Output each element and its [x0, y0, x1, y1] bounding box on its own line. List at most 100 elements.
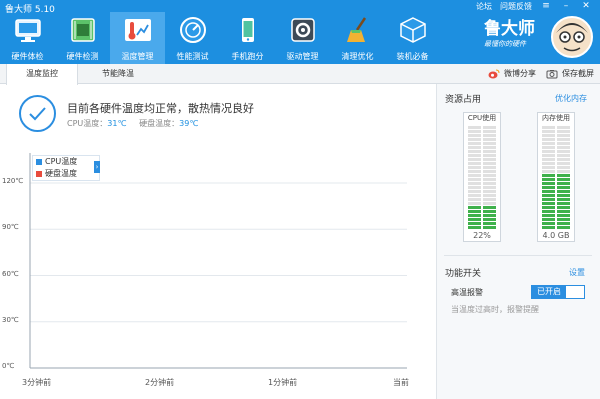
meter-segment [483, 142, 496, 145]
meter-segment [542, 178, 555, 181]
gear-chip-icon [291, 18, 315, 42]
cpu-usage-label: CPU使用 [467, 114, 497, 122]
monitor-icon [15, 19, 41, 42]
nav-performance[interactable]: 性能测试 [165, 12, 220, 64]
meter-segment [542, 130, 555, 133]
meter-segment [483, 226, 496, 229]
cpu-temp-label: CPU温度： [67, 119, 108, 128]
x-tick-label: 2分钟前 [145, 378, 175, 387]
meter-segment [468, 146, 481, 149]
meter-segment [542, 222, 555, 225]
meter-segment [542, 170, 555, 173]
y-tick-label: 120℃ [2, 177, 24, 185]
legend-label: 硬盘温度 [45, 169, 77, 178]
menu-icon[interactable]: ≡ [540, 0, 552, 12]
meter-segment [468, 194, 481, 197]
meter-segment [483, 218, 496, 221]
meter-segment [557, 162, 570, 165]
y-tick-label: 0℃ [2, 362, 15, 370]
minimize-icon[interactable]: – [560, 0, 572, 12]
chart-grid [29, 153, 407, 369]
screenshot-label: 保存截屏 [562, 69, 594, 78]
meter-segment [468, 166, 481, 169]
meter-segment [468, 138, 481, 141]
meter-segment [468, 186, 481, 189]
meter-segment [557, 166, 570, 169]
nav-hardware-check[interactable]: 硬件体检 [0, 12, 55, 64]
meter-segment [468, 142, 481, 145]
meter-segment [557, 146, 570, 149]
save-screenshot-button[interactable]: 保存截屏 [546, 64, 594, 84]
forum-link[interactable]: 论坛 [476, 1, 492, 12]
nav-temperature[interactable]: 温度管理 [110, 12, 165, 64]
legend-label: CPU温度 [45, 157, 78, 166]
meter-segment [468, 130, 481, 133]
nav-label: 硬件检测 [66, 52, 99, 61]
brand-name: 鲁大师 [484, 19, 535, 39]
optimize-memory-link[interactable]: 优化内存 [555, 93, 587, 104]
tab-temperature-monitor[interactable]: 温度监控 [6, 64, 78, 85]
meter-segment [468, 150, 481, 153]
right-panel [436, 84, 600, 399]
checkmark-icon [29, 107, 46, 121]
x-tick-label: 3分钟前 [22, 378, 52, 387]
meter-segment [542, 150, 555, 153]
broom-icon [347, 17, 367, 42]
meter-segment [468, 182, 481, 185]
high-temp-alarm-toggle[interactable]: 已开启 [531, 285, 585, 299]
meter-segment [557, 130, 570, 133]
meter-segment [542, 226, 555, 229]
meter-segment [542, 218, 555, 221]
camera-icon [546, 70, 558, 79]
meter-segment [557, 202, 570, 205]
meter-segment [557, 182, 570, 185]
feedback-link[interactable]: 问题反馈 [500, 1, 532, 12]
close-icon[interactable]: ✕ [580, 0, 592, 12]
nav-cleanup[interactable]: 清理优化 [330, 12, 385, 64]
meter-segment [542, 174, 555, 177]
meter-segment [557, 206, 570, 209]
meter-segment [557, 214, 570, 217]
meter-segment [557, 174, 570, 177]
meter-segment [542, 142, 555, 145]
meter-segment [468, 222, 481, 225]
meter-segment [542, 166, 555, 169]
meter-segment [542, 182, 555, 185]
nav-label: 驱动管理 [286, 52, 319, 61]
status-temperatures: CPU温度：31℃ 硬盘温度：39℃ [67, 118, 198, 129]
meter-segment [557, 198, 570, 201]
settings-link[interactable]: 设置 [569, 267, 585, 278]
cpu-usage-meter: CPU使用 22% [463, 112, 501, 242]
nav-phone-benchmark[interactable]: 手机跑分 [220, 12, 275, 64]
legend-item-cpu[interactable]: CPU温度 [33, 156, 99, 168]
nav-essentials[interactable]: 装机必备 [385, 12, 440, 64]
legend-collapse-icon[interactable]: › [94, 161, 100, 173]
meter-segment [468, 158, 481, 161]
meter-segment [468, 170, 481, 173]
brand-slogan: 最懂你的硬件 [484, 40, 526, 48]
meter-segment [483, 154, 496, 157]
weibo-share-button[interactable]: 微博分享 [488, 64, 536, 84]
meter-segment [483, 150, 496, 153]
meter-segment [557, 178, 570, 181]
meter-segment [483, 170, 496, 173]
nav-driver[interactable]: 驱动管理 [275, 12, 330, 64]
meter-segment [542, 202, 555, 205]
nav-label: 清理优化 [341, 52, 374, 61]
meter-segment [557, 226, 570, 229]
meter-segment [542, 198, 555, 201]
top-toolbar: 鲁大师 5.10 论坛 问题反馈 ≡ – ✕ 硬件体检 硬件检测 温度管理 性能… [0, 0, 600, 64]
meter-segment [468, 202, 481, 205]
nav-label: 硬件体检 [11, 52, 44, 61]
meter-segment [557, 150, 570, 153]
toggle-state: 已开启 [532, 286, 566, 298]
speedometer-icon [180, 17, 206, 43]
status-ok-icon [19, 95, 56, 132]
nav-hardware-detect[interactable]: 硬件检测 [55, 12, 110, 64]
meter-segment [557, 190, 570, 193]
temperature-chart [29, 153, 407, 369]
tab-energy-saving[interactable]: 节能降温 [82, 64, 154, 84]
memory-usage-bar [542, 126, 570, 229]
meter-segment [557, 170, 570, 173]
legend-item-disk[interactable]: 硬盘温度 [33, 168, 99, 180]
